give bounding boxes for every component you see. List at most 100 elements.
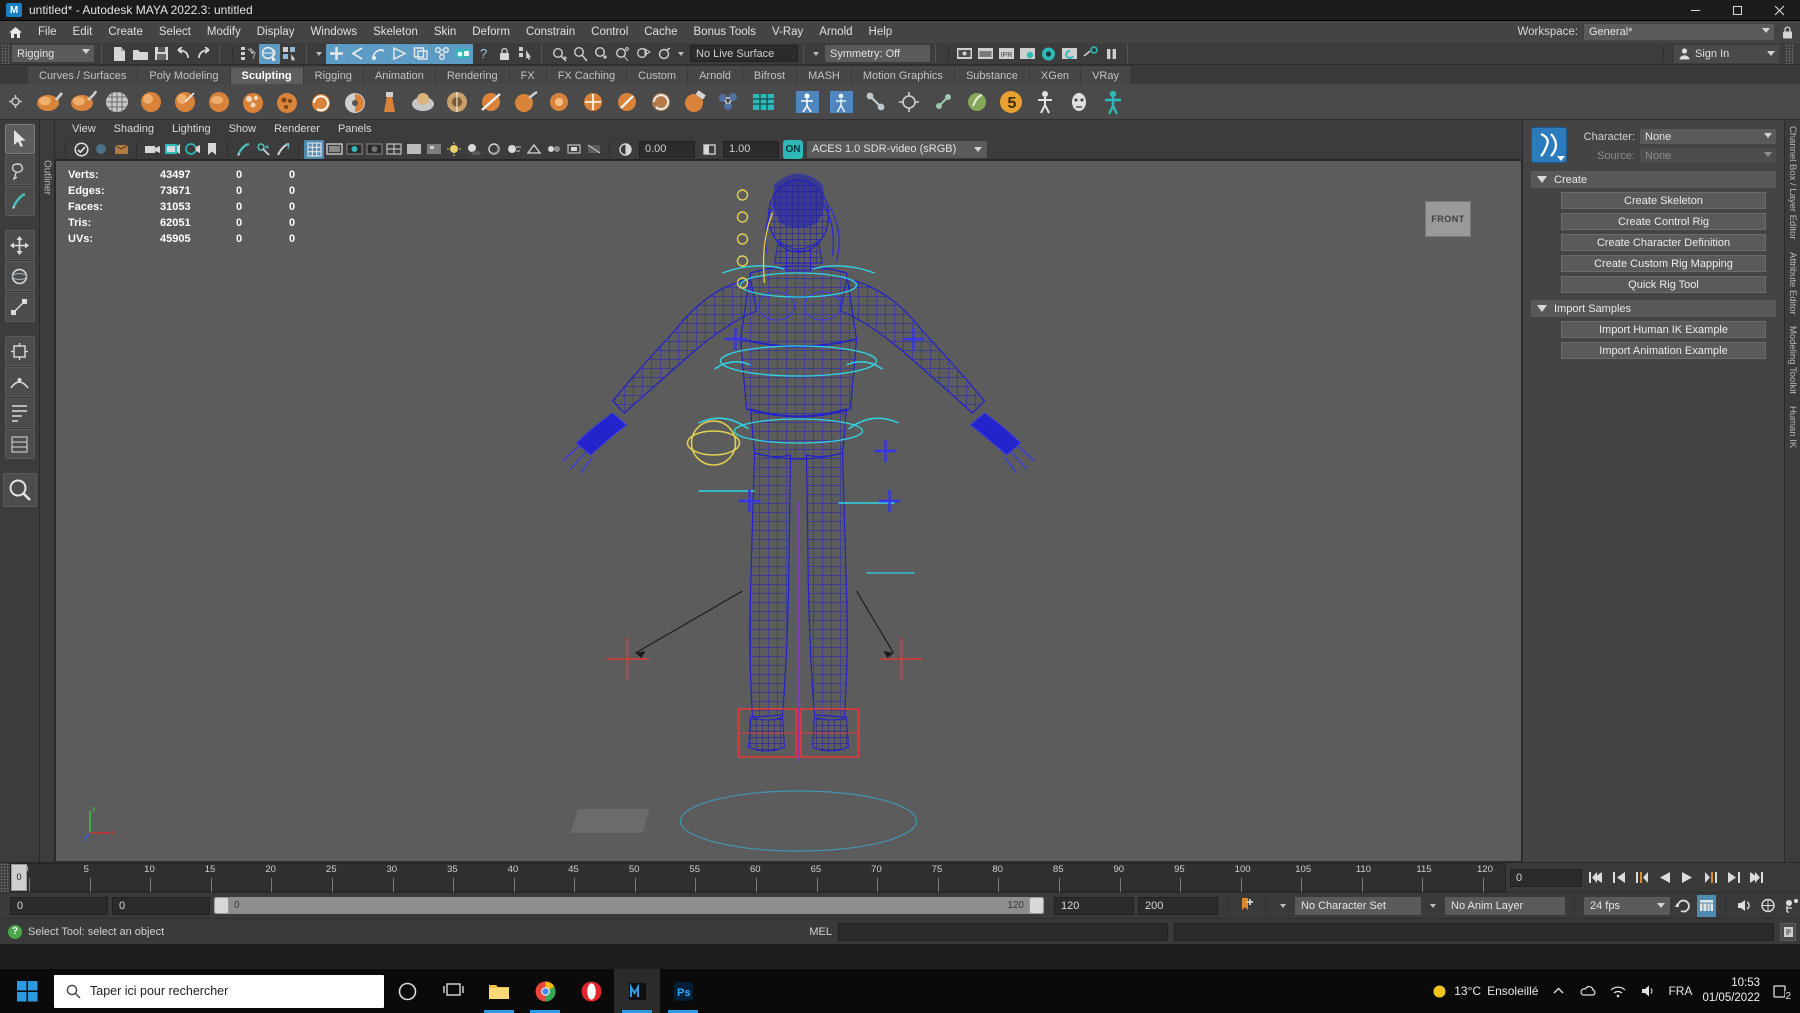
menu-deform[interactable]: Deform [464, 21, 518, 43]
menu-set-dropdown[interactable]: Rigging [12, 45, 94, 62]
play-forwards-icon[interactable] [1678, 867, 1697, 889]
shelf-tab-curves-surfaces[interactable]: Curves / Surfaces [28, 67, 137, 84]
imprint-tool-icon[interactable] [340, 87, 370, 117]
animation-preferences-icon[interactable] [1697, 895, 1716, 917]
menu-control[interactable]: Control [583, 21, 636, 43]
undo-icon[interactable] [172, 44, 193, 64]
snap-to-uv-icon[interactable] [431, 44, 452, 64]
chevron-down-icon[interactable] [1280, 904, 1286, 908]
step-back-key-icon[interactable] [1632, 867, 1651, 889]
snap-none-icon[interactable] [654, 44, 675, 64]
snap-to-point-icon[interactable] [368, 44, 389, 64]
weather-widget[interactable]: 13°C Ensoleillé [1431, 983, 1538, 1000]
construction-history-icon[interactable] [452, 44, 473, 64]
erase-tool-icon[interactable] [680, 87, 710, 117]
menu-display[interactable]: Display [249, 21, 303, 43]
human-ik-icon[interactable] [826, 87, 856, 117]
relax-tool-icon[interactable] [102, 87, 132, 117]
soft-modification-icon[interactable] [5, 367, 35, 397]
maya-icon[interactable] [614, 969, 660, 1013]
magnify-icon[interactable] [3, 473, 37, 507]
textured-icon[interactable] [424, 140, 444, 159]
file-explorer-icon[interactable] [476, 969, 522, 1013]
workspace-dropdown[interactable]: General* [1584, 24, 1774, 40]
lock-camera-icon[interactable] [91, 140, 111, 159]
language-indicator[interactable]: FRA [1668, 984, 1692, 998]
gate-mask-icon[interactable] [364, 140, 384, 159]
command-input[interactable] [838, 923, 1168, 941]
symmetry-field[interactable]: Symmetry: Off [825, 45, 930, 62]
shelf-tab-arnold[interactable]: Arnold [688, 67, 742, 84]
humanik-logo-icon[interactable] [1531, 127, 1567, 163]
import-human-ik-example-button[interactable]: Import Human IK Example [1561, 321, 1766, 338]
render-current-frame-icon[interactable] [954, 44, 975, 64]
redo-render-icon[interactable] [975, 44, 996, 64]
home-icon[interactable] [4, 23, 26, 41]
create-skeleton-button[interactable]: Create Skeleton [1561, 192, 1766, 209]
redo-icon[interactable] [193, 44, 214, 64]
menu-skeleton[interactable]: Skeleton [365, 21, 426, 43]
tab-attribute-editor[interactable]: Attribute Editor [1787, 252, 1798, 315]
grid-toggle-icon[interactable] [304, 140, 324, 159]
quick-rig-icon[interactable] [792, 87, 822, 117]
image-plane-icon[interactable] [162, 140, 182, 159]
go-to-start-icon[interactable] [1586, 867, 1605, 889]
color-management-icon[interactable] [615, 140, 635, 159]
menu-windows[interactable]: Windows [302, 21, 365, 43]
shadows-icon[interactable] [464, 140, 484, 159]
range-start-field[interactable]: 0 [112, 897, 210, 915]
paint-select-tool-icon[interactable] [5, 186, 35, 216]
outliner-vertical-tab[interactable]: Outliner [40, 120, 55, 862]
last-tool-used-icon[interactable] [5, 429, 35, 459]
scale-tool-icon[interactable] [5, 292, 35, 322]
render-sequence-icon[interactable] [1080, 44, 1101, 64]
chrome-icon[interactable] [522, 969, 568, 1013]
menu-create[interactable]: Create [100, 21, 151, 43]
anim-layer-dropdown[interactable]: No Anim Layer [1445, 897, 1565, 915]
menu-bonus-tools[interactable]: Bonus Tools [686, 21, 764, 43]
hypershade-icon[interactable] [1038, 44, 1059, 64]
convert-tool-icon[interactable] [646, 87, 676, 117]
two-d-pan-zoom-icon[interactable] [142, 140, 162, 159]
show-manipulator-icon[interactable] [5, 398, 35, 428]
paint-effects-icon[interactable] [253, 140, 273, 159]
grid-icon[interactable] [748, 87, 778, 117]
color-management-toggle-icon[interactable]: ON [783, 140, 803, 159]
snap-rotate-icon[interactable] [570, 44, 591, 64]
color-profile-dropdown[interactable]: ACES 1.0 SDR-video (sRGB) [807, 141, 987, 158]
import-animation-example-button[interactable]: Import Animation Example [1561, 342, 1766, 359]
menu-modify[interactable]: Modify [199, 21, 249, 43]
snap-to-curve-icon[interactable] [347, 44, 368, 64]
viewport-menu-lighting[interactable]: Lighting [163, 120, 220, 139]
snap-planes-icon[interactable] [633, 44, 654, 64]
shelf-tab-fx-caching[interactable]: FX Caching [547, 67, 626, 84]
viewport-menu-shading[interactable]: Shading [105, 120, 163, 139]
motion-blur-icon[interactable] [504, 140, 524, 159]
tab-modeling-toolkit[interactable]: Modeling Toolkit [1787, 326, 1798, 394]
close-icon[interactable] [1758, 0, 1800, 21]
task-view-icon[interactable] [430, 969, 476, 1013]
skin-bind-icon[interactable] [1098, 87, 1128, 117]
open-scene-icon[interactable] [130, 44, 151, 64]
anim-start-field[interactable]: 0 [10, 897, 108, 915]
bulge-tool-icon[interactable] [544, 87, 574, 117]
shelf-tab-sculpting[interactable]: Sculpting [231, 67, 303, 84]
minimize-icon[interactable] [1674, 0, 1716, 21]
viewport-menu-show[interactable]: Show [220, 120, 266, 139]
film-gate-icon[interactable] [324, 140, 344, 159]
shelf-tab-mash[interactable]: MASH [797, 67, 851, 84]
quick-rig-tool-button[interactable]: Quick Rig Tool [1561, 276, 1766, 293]
fill-tool-icon[interactable] [442, 87, 472, 117]
range-bar-right-handle[interactable] [1029, 897, 1044, 914]
new-scene-icon[interactable] [109, 44, 130, 64]
badge-five-icon[interactable]: 5 [996, 87, 1026, 117]
view-cube[interactable]: FRONT [1425, 201, 1471, 237]
depth-of-field-icon[interactable] [544, 140, 564, 159]
sound-icon[interactable] [1735, 895, 1754, 917]
xray-icon[interactable] [584, 140, 604, 159]
character-dropdown[interactable]: None [1640, 129, 1776, 144]
go-to-end-icon[interactable] [1747, 867, 1766, 889]
tab-human-ik[interactable]: Human IK [1787, 406, 1798, 448]
chevron-down-icon[interactable] [678, 52, 684, 56]
shelf-tab-rendering[interactable]: Rendering [436, 67, 509, 84]
